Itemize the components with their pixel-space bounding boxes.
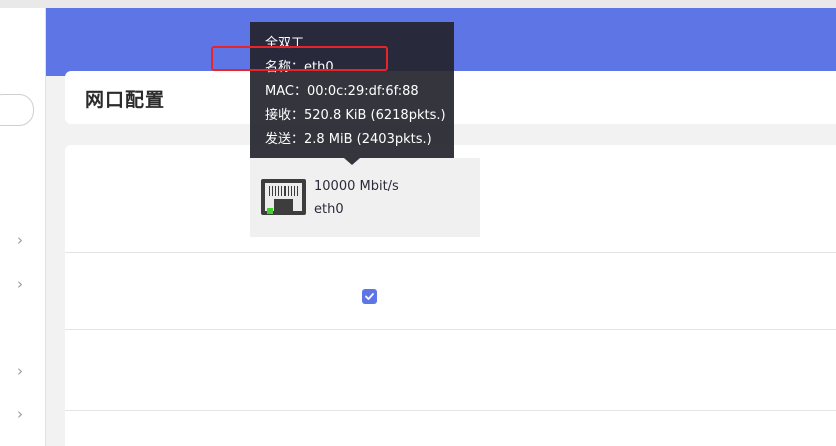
sidebar-search-input[interactable] <box>0 94 34 126</box>
interface-speed: 10000 Mbit/s <box>314 179 399 194</box>
row-divider <box>65 329 836 330</box>
row-divider <box>65 252 836 253</box>
page-title: 网口配置 <box>85 89 166 111</box>
interface-name: eth0 <box>314 202 344 217</box>
interface-tooltip: 全双工 名称：eth0 MAC：00:0c:29:df:6f:88 接收：520… <box>250 22 454 158</box>
tooltip-tx: 发送：2.8 MiB (2403pkts.) <box>265 132 432 147</box>
checkmark-icon <box>365 293 374 300</box>
enable-checkbox[interactable] <box>362 289 377 304</box>
ethernet-port-icon <box>261 179 306 215</box>
tooltip-rx: 接收：520.8 KiB (6218pkts.) <box>265 108 446 123</box>
row-divider <box>65 410 836 411</box>
chevron-right-icon[interactable]: › <box>14 277 26 292</box>
interface-card: 10000 Mbit/s eth0 <box>65 145 836 446</box>
tooltip-mac: MAC：00:0c:29:df:6f:88 <box>265 84 419 99</box>
tooltip-arrow <box>344 158 360 165</box>
interface-item-eth0[interactable]: 10000 Mbit/s eth0 <box>250 158 480 237</box>
sidebar: › › › › <box>0 8 46 446</box>
chevron-right-icon[interactable]: › <box>14 364 26 379</box>
chevron-right-icon[interactable]: › <box>14 407 26 422</box>
chevron-right-icon[interactable]: › <box>14 233 26 248</box>
link-status-led <box>267 208 273 214</box>
highlight-annotation <box>211 46 388 71</box>
